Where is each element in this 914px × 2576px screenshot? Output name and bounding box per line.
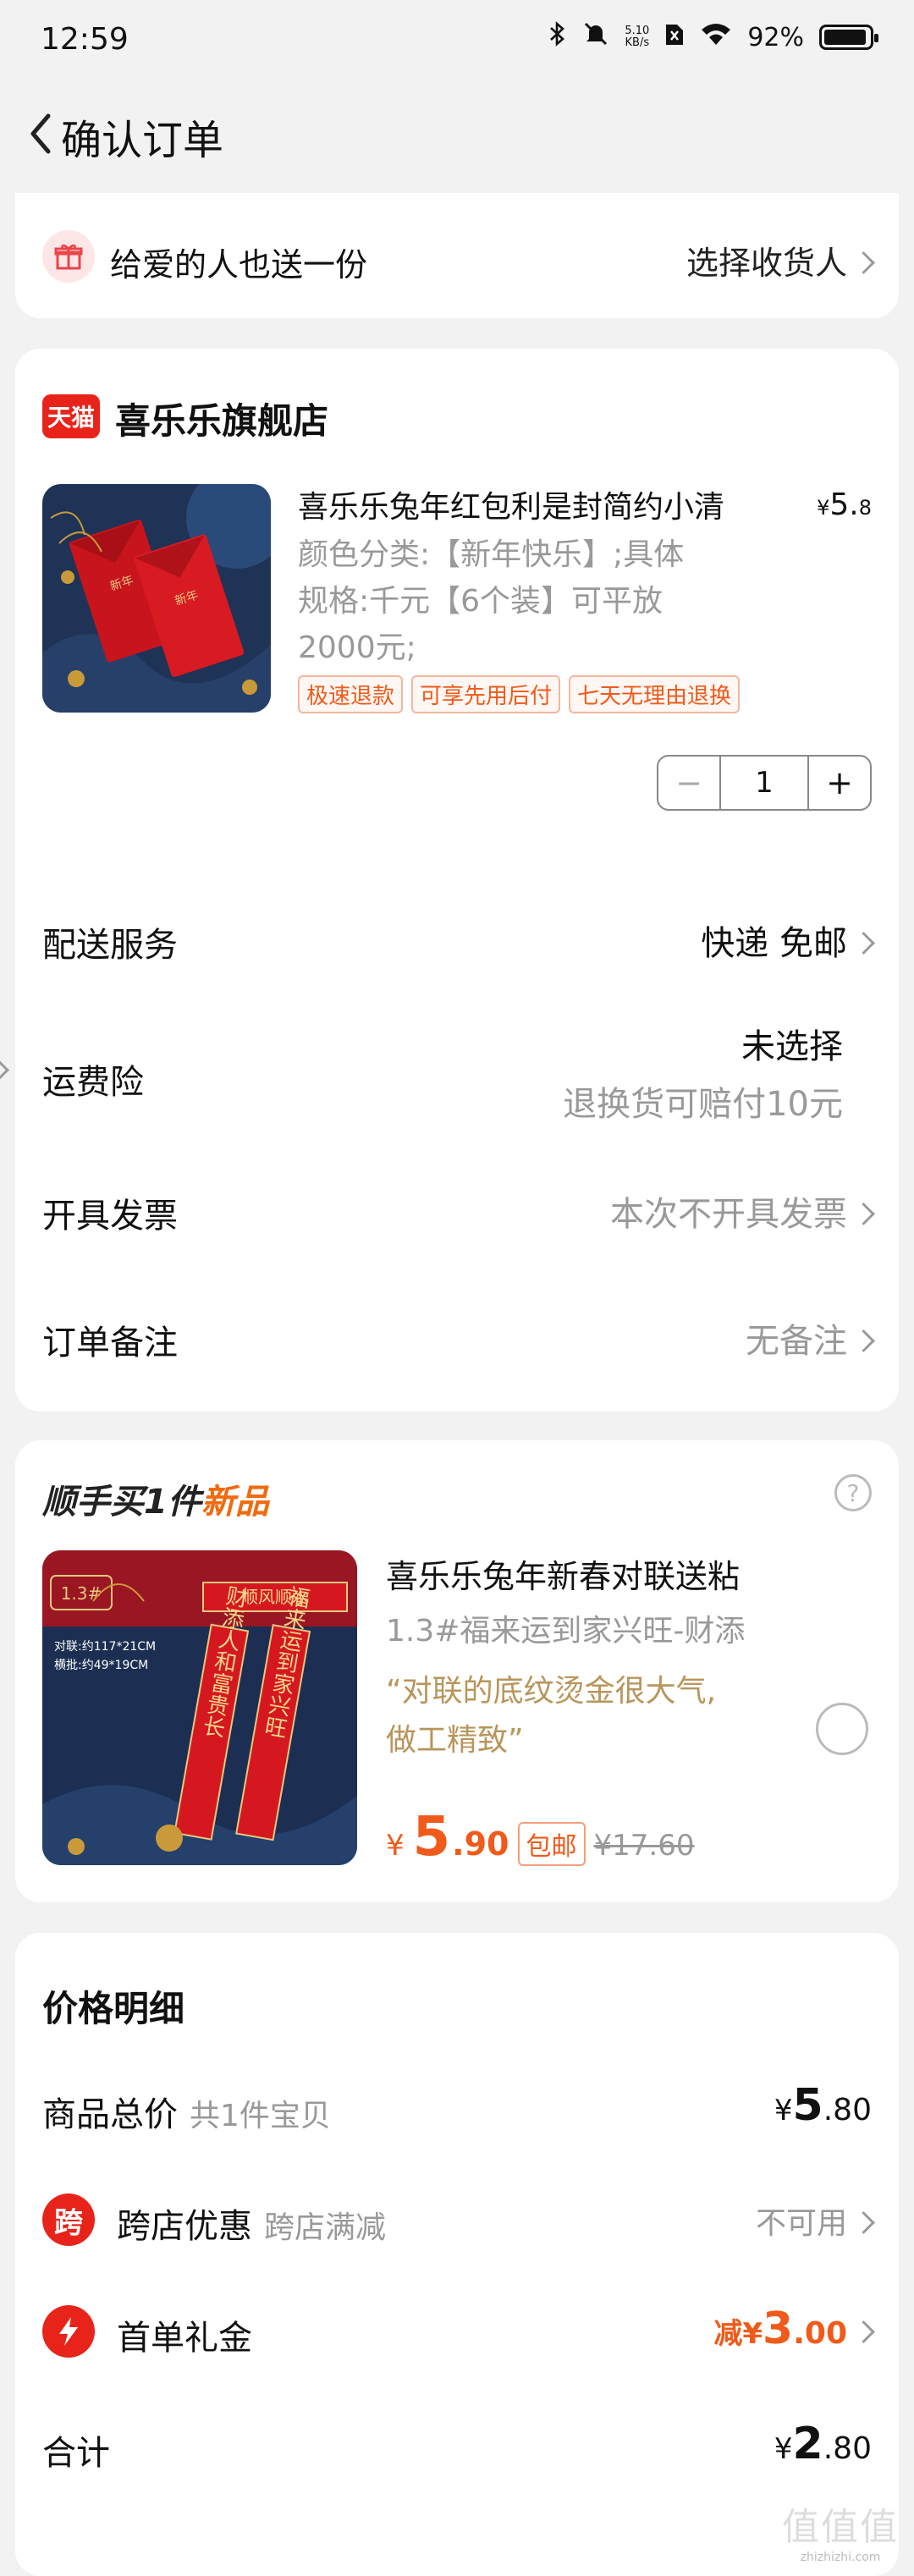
battery-icon (819, 25, 878, 50)
back-button[interactable] (15, 108, 66, 159)
shipping-insurance-row[interactable]: 运费险 未选择 退换货可赔付10元 (0, 1009, 899, 1136)
tag-seven-day-return: 七天无理由退换 (569, 675, 741, 713)
help-icon[interactable]: ? (834, 1474, 872, 1511)
recommend-price: ¥ 5 .90 包邮 ¥17.60 (386, 1806, 695, 1869)
chevron-right-icon (852, 931, 875, 955)
tmall-logo: 天猫 (42, 394, 100, 438)
sum-row: 合计 ¥2.80 (42, 2419, 872, 2473)
product-title[interactable]: 喜乐乐兔年红包利是封简约小清 (298, 482, 772, 526)
chevron-right-icon (852, 2210, 875, 2234)
quantity-value[interactable]: 1 (719, 757, 809, 809)
recommend-review-quote: “对联的底纹烫金很大气, 做工精致” (386, 1674, 717, 1758)
bluetooth-icon (548, 20, 567, 54)
first-order-gift-row[interactable]: 首单礼金 减¥3.00 (15, 2298, 899, 2366)
service-tags: 极速退款 可享先用后付 七天无理由退换 (298, 675, 741, 713)
lightning-icon (42, 2305, 95, 2358)
order-note-row[interactable]: 订单备注 无备注 (15, 1288, 899, 1381)
cross-store-icon: 跨 (42, 2193, 95, 2246)
chevron-right-icon (852, 2320, 875, 2343)
watermark: 值值值 zhizhizhi.com (782, 2506, 899, 2564)
product-spec[interactable]: 颜色分类:【新年快乐】;具体 规格:千元【6个装】可平放 2000元; (298, 531, 772, 671)
cross-store-discount-row[interactable]: 跨 跨店优惠 跨店满减 不可用 (15, 2187, 899, 2254)
price-detail-title: 价格明细 (42, 1988, 185, 2029)
recommend-card: 顺手买1件新品 ? 1.3# 对联:约117*21CM 横批:约49*19CM … (15, 1440, 899, 1902)
nav-bar: 确认订单 (0, 85, 914, 186)
increase-button[interactable]: + (809, 757, 870, 809)
product-image[interactable]: 新年 新年 (42, 484, 271, 713)
decrease-button[interactable]: − (658, 757, 719, 809)
page-title: 确认订单 (61, 117, 224, 164)
image-tag-text: 1.3# (61, 1583, 102, 1604)
delivery-row[interactable]: 配送服务 快递 免邮 (15, 890, 899, 983)
wifi-icon (700, 21, 732, 53)
recommend-title: 顺手买1件新品 (42, 1483, 269, 1522)
image-spec-1: 对联:约117*21CM (54, 1640, 156, 1654)
invoice-row[interactable]: 开具发票 本次不开具发票 (15, 1161, 899, 1254)
original-price: ¥17.60 (593, 1829, 695, 1863)
chevron-right-icon (852, 1329, 875, 1352)
store-card: 天猫 喜乐乐旗舰店 新年 新年 喜乐乐兔年红包利是封简约小清 ¥5.8 颜色分类… (0, 349, 899, 1412)
add-recommend-radio[interactable] (816, 1703, 868, 1755)
chevron-right-icon (0, 1059, 9, 1082)
store-name[interactable]: 喜乐乐旗舰店 (115, 393, 328, 444)
recommend-product-name[interactable]: 喜乐乐兔年新春对联送粘 (386, 1550, 740, 1597)
chevron-right-icon (852, 251, 875, 274)
select-receiver-link[interactable]: 选择收货人 (686, 237, 875, 283)
free-shipping-badge: 包邮 (517, 1822, 586, 1866)
chevron-right-icon (852, 1202, 875, 1225)
gift-icon (42, 230, 95, 283)
gift-card[interactable]: 给爱的人也送一份 选择收货人 (15, 193, 899, 318)
mute-icon (582, 20, 609, 54)
recommend-product-sub: 1.3#福来运到家兴旺-财添 (386, 1614, 746, 1649)
quantity-stepper: − 1 + (657, 755, 872, 811)
image-spec-2: 横批:约49*19CM (54, 1659, 148, 1672)
net-speed: 5.10 KB/s (625, 25, 650, 49)
product-price: ¥5.8 (817, 487, 872, 522)
no-sim-icon (664, 21, 685, 53)
recommend-product-image[interactable]: 1.3# 对联:约117*21CM 横批:约49*19CM 顺风顺水 财添人和富… (42, 1550, 357, 1865)
battery-percent: 92% (747, 22, 804, 52)
price-detail-card: 价格明细 商品总价 共1件宝贝 ¥5.80 跨 跨店优惠 跨店满减 不可用 首单礼金… (15, 1933, 899, 2576)
status-time: 12:59 (41, 22, 129, 57)
status-bar: 12:59 5.10 KB/s 92% (0, 0, 914, 85)
total-price-row: 商品总价 共1件宝贝 ¥5.80 (42, 2080, 872, 2134)
tag-pay-later: 可享先用后付 (411, 675, 561, 713)
status-icons: 5.10 KB/s 92% (548, 20, 878, 54)
gift-label: 给爱的人也送一份 (110, 246, 368, 283)
tag-fast-refund: 极速退款 (298, 675, 404, 713)
chevron-left-icon (30, 113, 51, 154)
